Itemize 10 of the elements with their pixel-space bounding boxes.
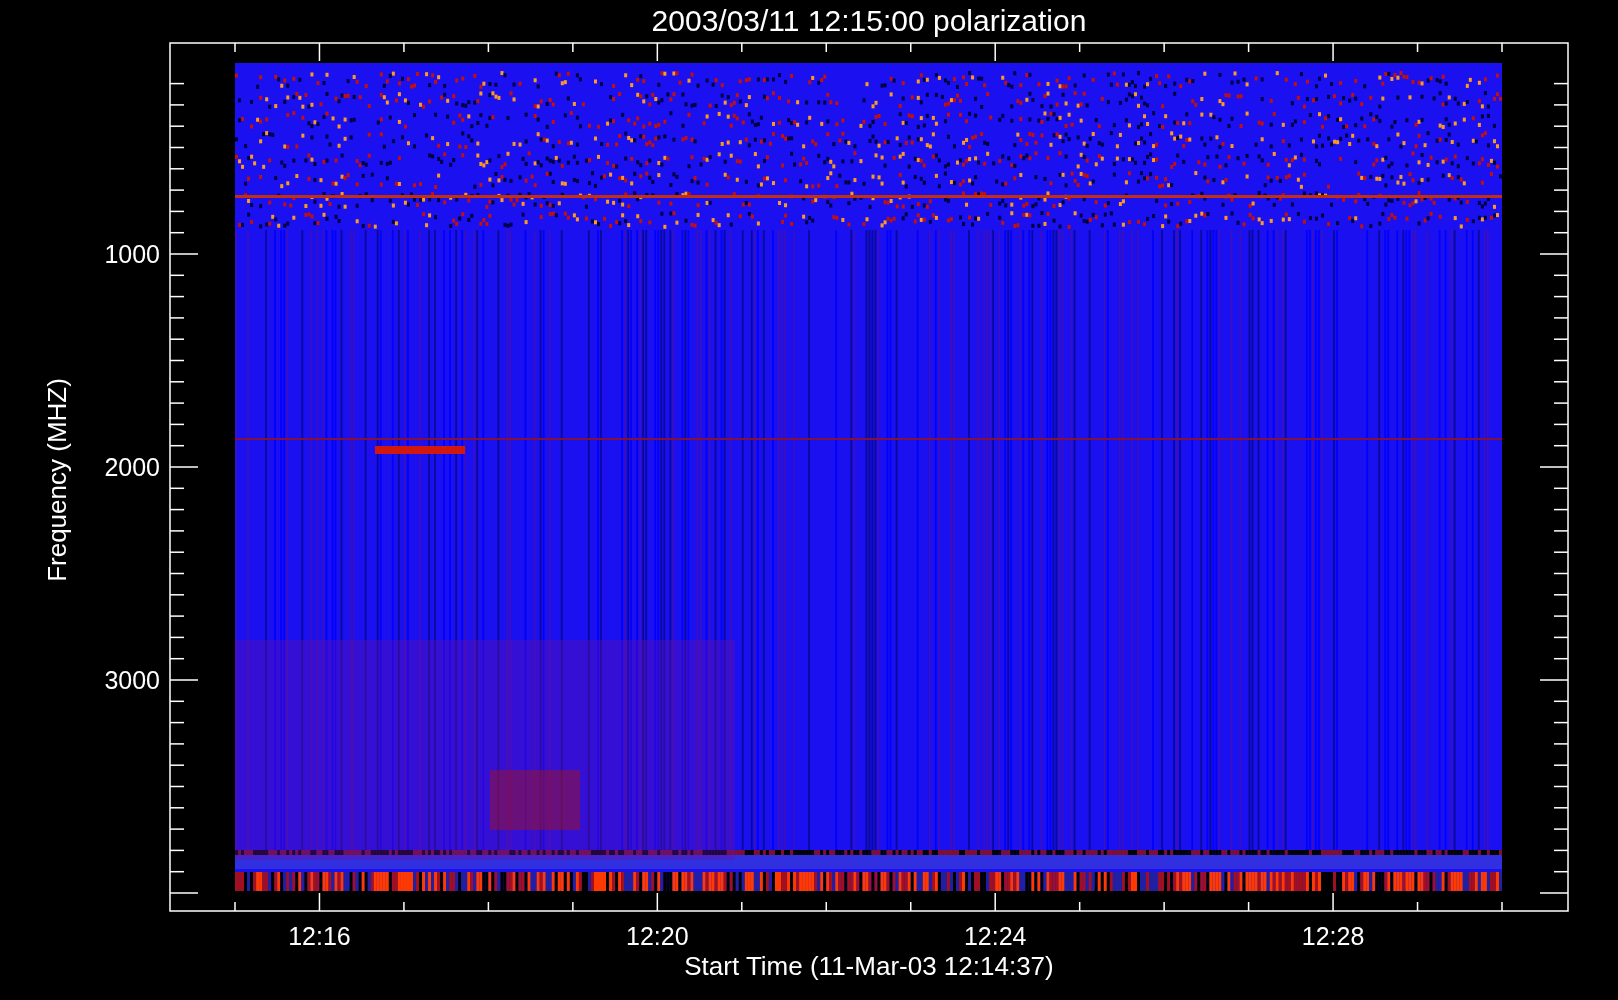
y-axis-label: Frequency (MHZ) — [42, 378, 72, 582]
x-tick-label: 12:28 — [1301, 922, 1365, 950]
y-tick-label: 2000 — [104, 453, 160, 481]
y-tick-label: 3000 — [104, 666, 160, 694]
x-axis-label: Start Time (11-Mar-03 12:14:37) — [684, 951, 1054, 981]
x-tick-label: 12:24 — [963, 922, 1027, 950]
chart-title: 2003/03/11 12:15:00 polarization — [651, 4, 1087, 37]
y-tick-label: 1000 — [104, 240, 160, 268]
x-tick-label: 12:20 — [626, 922, 689, 950]
x-tick-label: 12:16 — [288, 922, 351, 950]
